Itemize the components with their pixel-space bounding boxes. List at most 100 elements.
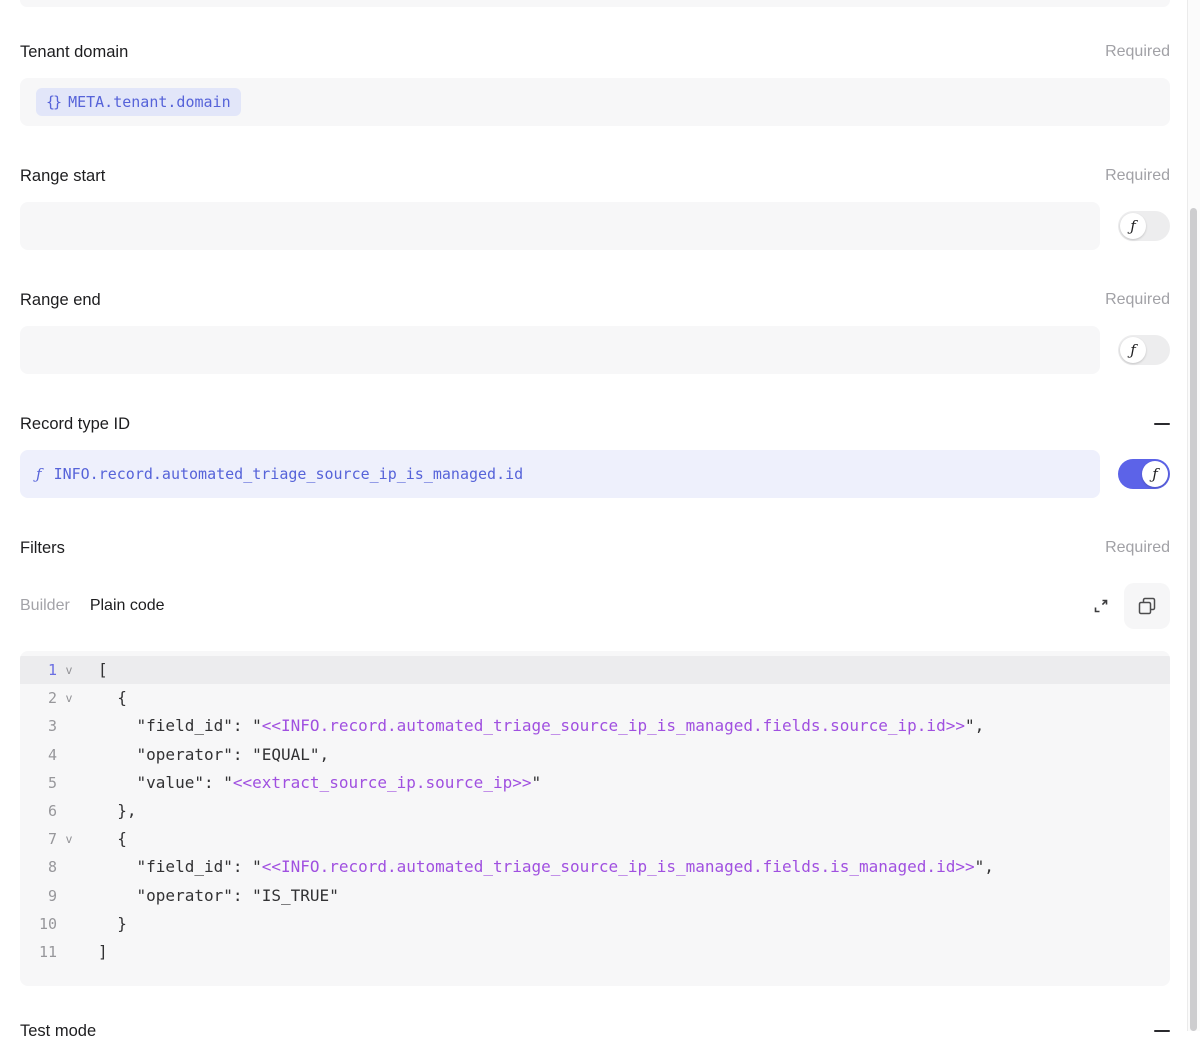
fold-spacer	[57, 882, 81, 910]
braces-icon: {}	[46, 93, 60, 111]
fold-chevron-icon[interactable]: v	[57, 684, 81, 712]
code-content: {	[81, 825, 127, 853]
range-start-field-row: ƒ	[20, 202, 1170, 250]
code-text: {	[98, 829, 127, 848]
code-content: "operator": "EQUAL",	[81, 741, 329, 769]
code-text: "value": "	[98, 773, 233, 792]
code-text: ]	[98, 942, 108, 961]
line-number: 4	[20, 741, 57, 769]
fold-spacer	[57, 769, 81, 797]
code-line[interactable]: 8 "field_id": "<<INFO.record.automated_t…	[20, 853, 1170, 881]
range-start-label-row: Range start Required	[20, 166, 1170, 186]
function-icon: ƒ	[1130, 341, 1136, 359]
filters-code-editor[interactable]: 1v[2v {3 "field_id": "<<INFO.record.auto…	[20, 651, 1170, 986]
filters-label-row: Filters Required	[20, 538, 1170, 558]
field-record-type-id: Record type ID ƒ INFO.record.automated_t…	[20, 414, 1170, 498]
tab-builder[interactable]: Builder	[20, 597, 70, 615]
range-end-function-toggle[interactable]: ƒ	[1118, 335, 1170, 365]
code-text: "	[531, 773, 541, 792]
code-line[interactable]: 5 "value": "<<extract_source_ip.source_i…	[20, 769, 1170, 797]
code-content: {	[81, 684, 127, 712]
token-text: META.tenant.domain	[68, 93, 231, 111]
code-content: "operator": "IS_TRUE"	[81, 882, 339, 910]
template-expression: <<INFO.record.automated_triage_source_ip…	[262, 857, 975, 876]
code-line[interactable]: 6 },	[20, 797, 1170, 825]
required-badge: Required	[1105, 167, 1170, 185]
range-end-label: Range end	[20, 291, 101, 310]
code-lines: 1v[2v {3 "field_id": "<<INFO.record.auto…	[20, 656, 1170, 966]
fold-chevron-icon[interactable]: v	[57, 656, 81, 684]
toggle-knob: ƒ	[1142, 461, 1168, 487]
tenant-domain-label-row: Tenant domain Required	[20, 42, 1170, 62]
toggle-knob: ƒ	[1120, 337, 1146, 363]
record-type-id-label: Record type ID	[20, 415, 130, 434]
record-type-id-input[interactable]: ƒ INFO.record.automated_triage_source_ip…	[20, 450, 1100, 498]
code-text: "operator": "IS_TRUE"	[98, 886, 339, 905]
range-end-label-row: Range end Required	[20, 290, 1170, 310]
code-content: "field_id": "<<INFO.record.automated_tri…	[81, 853, 994, 881]
code-content: ]	[81, 938, 108, 966]
expand-editor-button[interactable]	[1086, 591, 1116, 621]
function-icon: ƒ	[1130, 217, 1136, 235]
code-text: "field_id": "	[98, 716, 262, 735]
code-text: ",	[965, 716, 984, 735]
fold-spacer	[57, 797, 81, 825]
code-line[interactable]: 4 "operator": "EQUAL",	[20, 741, 1170, 769]
toggle-knob: ƒ	[1120, 213, 1146, 239]
copy-icon	[1137, 596, 1157, 616]
code-line[interactable]: 11]	[20, 938, 1170, 966]
meta-tenant-domain-token[interactable]: {} META.tenant.domain	[36, 88, 241, 116]
code-text: {	[98, 688, 127, 707]
fold-spacer	[57, 741, 81, 769]
code-content: [	[81, 656, 108, 684]
code-text: [	[98, 660, 108, 679]
range-start-function-toggle[interactable]: ƒ	[1118, 211, 1170, 241]
fold-chevron-icon[interactable]: v	[57, 825, 81, 853]
field-range-start: Range start Required ƒ	[20, 166, 1170, 250]
code-content: },	[81, 797, 137, 825]
tenant-domain-field-row: {} META.tenant.domain	[20, 78, 1170, 126]
collapse-minus-icon[interactable]	[1154, 423, 1170, 425]
line-number: 5	[20, 769, 57, 797]
code-content: "field_id": "<<INFO.record.automated_tri…	[81, 712, 984, 740]
fold-spacer	[57, 938, 81, 966]
record-type-id-function-toggle[interactable]: ƒ	[1118, 459, 1170, 489]
record-type-id-label-row: Record type ID	[20, 414, 1170, 434]
required-badge: Required	[1105, 539, 1170, 557]
vertical-scrollbar-thumb[interactable]	[1190, 208, 1197, 1031]
field-tenant-domain: Tenant domain Required {} META.tenant.do…	[20, 42, 1170, 126]
code-content: "value": "<<extract_source_ip.source_ip>…	[81, 769, 541, 797]
code-line[interactable]: 3 "field_id": "<<INFO.record.automated_t…	[20, 712, 1170, 740]
template-expression: <<extract_source_ip.source_ip>>	[233, 773, 532, 792]
tab-plain-code[interactable]: Plain code	[90, 597, 165, 615]
test-mode-label: Test mode	[20, 1022, 96, 1041]
vertical-scrollbar-track[interactable]	[1187, 0, 1200, 1031]
line-number: 1	[20, 656, 57, 684]
tenant-domain-label: Tenant domain	[20, 43, 128, 62]
code-text: },	[98, 801, 137, 820]
filters-toolbar: Builder Plain code	[20, 583, 1170, 629]
code-line[interactable]: 2v {	[20, 684, 1170, 712]
code-line[interactable]: 9 "operator": "IS_TRUE"	[20, 882, 1170, 910]
line-number: 3	[20, 712, 57, 740]
filters-label: Filters	[20, 539, 65, 558]
code-line[interactable]: 10 }	[20, 910, 1170, 938]
range-end-field-row: ƒ	[20, 326, 1170, 374]
required-badge: Required	[1105, 291, 1170, 309]
template-expression: <<INFO.record.automated_triage_source_ip…	[262, 716, 965, 735]
line-number: 8	[20, 853, 57, 881]
code-text: }	[98, 914, 127, 933]
code-line[interactable]: 1v [	[20, 656, 1170, 684]
code-content: }	[81, 910, 127, 938]
code-text: ",	[975, 857, 994, 876]
field-test-mode: Test mode	[20, 1019, 1170, 1043]
record-type-id-value: INFO.record.automated_triage_source_ip_i…	[54, 465, 524, 483]
tenant-domain-input[interactable]: {} META.tenant.domain	[20, 78, 1170, 126]
field-filters: Filters Required Builder Plain code	[20, 538, 1170, 986]
range-end-input[interactable]	[20, 326, 1100, 374]
copy-code-button[interactable]	[1124, 583, 1170, 629]
code-text: "field_id": "	[98, 857, 262, 876]
range-start-input[interactable]	[20, 202, 1100, 250]
code-line[interactable]: 7v {	[20, 825, 1170, 853]
fold-spacer	[57, 712, 81, 740]
